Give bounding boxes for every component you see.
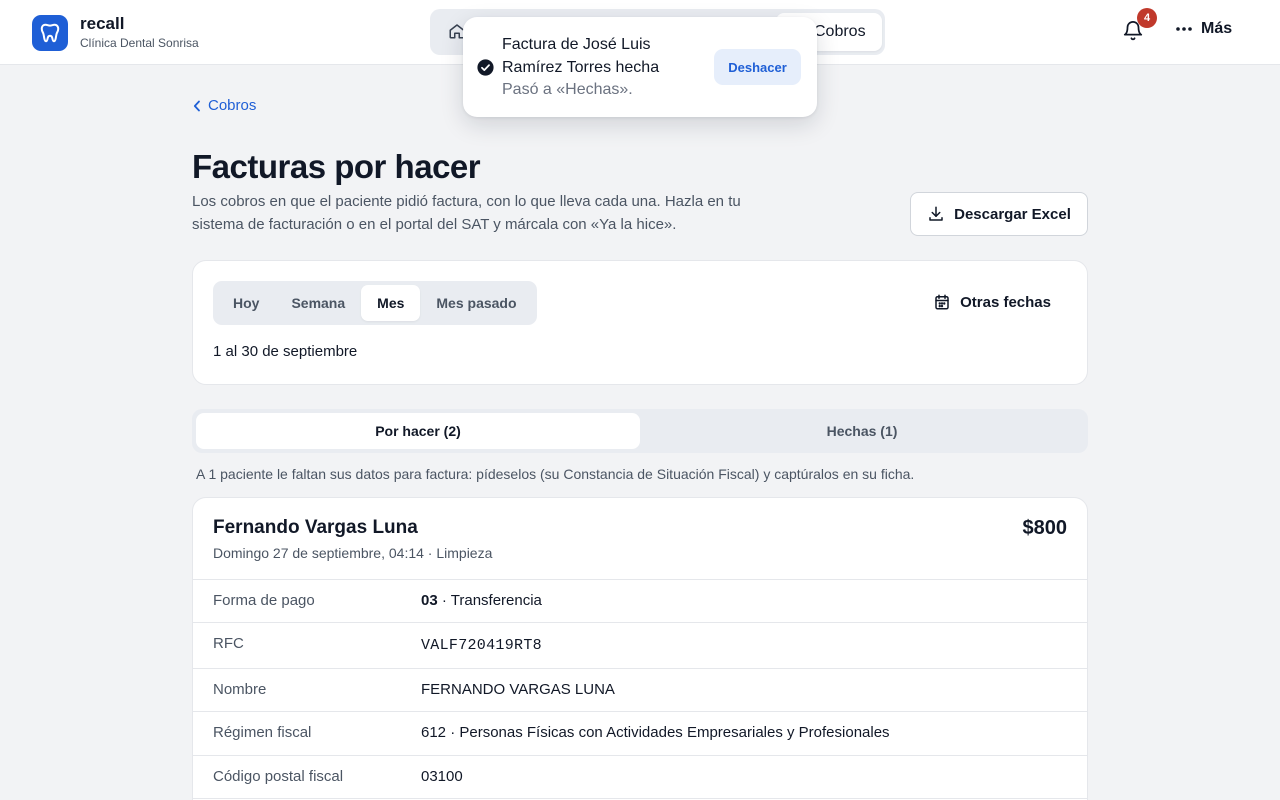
zip-value: 03100 [421, 768, 463, 785]
invoice-card: Fernando Vargas Luna Domingo 27 de septi… [192, 497, 1088, 800]
date-range-text: 1 al 30 de septiembre [213, 343, 358, 360]
fiscal-name-value: FERNANDO VARGAS LUNA [421, 681, 615, 698]
tab-por-hacer[interactable]: Por hacer (2) [196, 413, 640, 449]
more-label: Más [1201, 20, 1233, 37]
regime-label: Régimen fiscal [213, 724, 312, 741]
notification-badge: 4 [1137, 8, 1157, 28]
period-selector: Hoy Semana Mes Mes pasado [213, 281, 537, 325]
fiscal-name-label: Nombre [213, 681, 267, 698]
row-payment-method: Forma de pago 03 · Transferencia [193, 579, 1087, 622]
ellipsis-icon [1176, 27, 1192, 31]
success-toast: Factura de José Luis Ramírez Torres hech… [463, 17, 817, 117]
undo-button[interactable]: Deshacer [714, 49, 801, 85]
payment-method-label: Forma de pago [213, 592, 315, 609]
row-rfc: RFC VALF720419RT8 [193, 622, 1087, 668]
rfc-value: VALF720419RT8 [421, 637, 542, 654]
period-mes[interactable]: Mes [361, 285, 421, 321]
invoice-amount: $800 [1022, 517, 1068, 539]
toast-title: Factura de José Luis Ramírez Torres hech… [502, 36, 660, 76]
download-excel-button[interactable]: Descargar Excel [910, 192, 1088, 236]
payment-method-value: 03 · Transferencia [421, 592, 542, 609]
download-icon [929, 206, 943, 221]
zip-label: Código postal fiscal [213, 768, 344, 785]
other-dates-label: Otras fechas [960, 293, 1051, 311]
period-semana[interactable]: Semana [275, 285, 361, 321]
row-zip: Código postal fiscal 03100 [193, 755, 1087, 799]
chevron-left-icon [193, 100, 200, 111]
brand-name: recall [80, 14, 125, 33]
tab-hechas[interactable]: Hechas (1) [640, 413, 1084, 449]
date-filter-card: Hoy Semana Mes Mes pasado Otras fechas 1… [192, 260, 1088, 385]
calendar-icon [935, 294, 949, 310]
row-regime: Régimen fiscal 612 · Personas Físicas co… [193, 711, 1087, 755]
period-hoy[interactable]: Hoy [217, 285, 275, 321]
period-mes-pasado[interactable]: Mes pasado [420, 285, 532, 321]
row-name: Nombre FERNANDO VARGAS LUNA [193, 668, 1087, 711]
back-link[interactable]: Cobros [193, 97, 256, 114]
payment-code: 03 [421, 592, 438, 609]
brand[interactable]: recall Clínica Dental Sonrisa [32, 14, 199, 51]
rfc-label: RFC [213, 635, 244, 652]
invoice-status-tabs: Por hacer (2) Hechas (1) [192, 409, 1088, 453]
appointment-meta: Domingo 27 de septiembre, 04:14 · Limpie… [213, 545, 493, 561]
tooth-logo-icon [32, 14, 68, 51]
payment-text: · Transferencia [437, 592, 542, 609]
toast-subtitle: Pasó a «Hechas». [502, 81, 633, 98]
missing-data-hint: A 1 paciente le faltan sus datos para fa… [196, 466, 915, 482]
patient-name: Fernando Vargas Luna [213, 517, 418, 538]
check-circle-icon [477, 59, 494, 81]
regime-value: 612 · Personas Físicas con Actividades E… [421, 724, 890, 741]
back-link-label: Cobros [208, 97, 257, 114]
download-excel-label: Descargar Excel [954, 205, 1071, 223]
page-description: Los cobros en que el paciente pidió fact… [192, 193, 741, 233]
page-title: Facturas por hacer [192, 148, 481, 185]
other-dates-button[interactable]: Otras fechas [933, 293, 1051, 311]
more-button[interactable]: Más [1175, 20, 1232, 38]
fiscal-data-rows: Forma de pago 03 · Transferencia RFC VAL… [193, 579, 1087, 799]
clinic-name: Clínica Dental Sonrisa [80, 36, 199, 50]
nav-item-cobros-label: Cobros [814, 23, 866, 40]
